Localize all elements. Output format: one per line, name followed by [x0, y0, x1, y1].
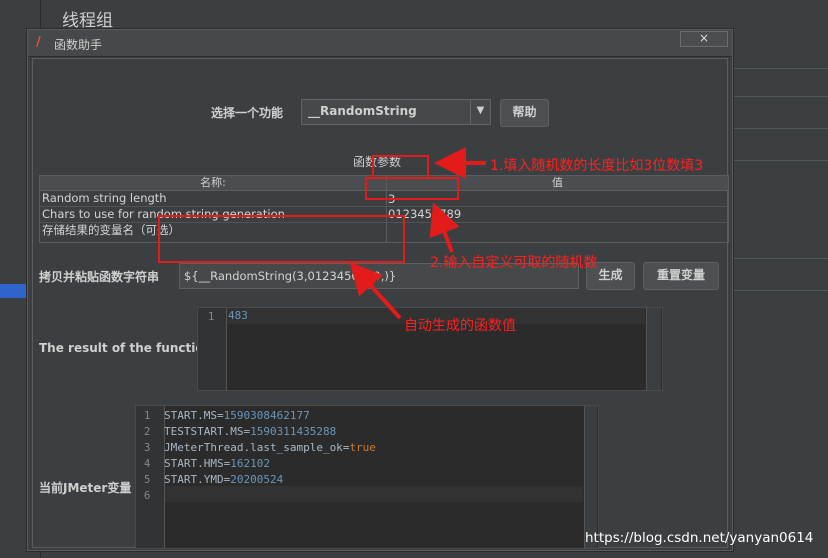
annotation-arrows [349, 147, 486, 320]
arrow-2 [429, 202, 460, 253]
arrow-3 [349, 262, 402, 320]
watermark: https://blog.csdn.net/yanyan0614 [585, 530, 814, 546]
annotation-chars: 2.输入自定义可取的随机数 [430, 255, 598, 271]
annotation-length: 1.填入随机数的长度比如3位数填3 [490, 158, 704, 174]
annotation-result: 自动生成的函数值 [404, 318, 516, 334]
